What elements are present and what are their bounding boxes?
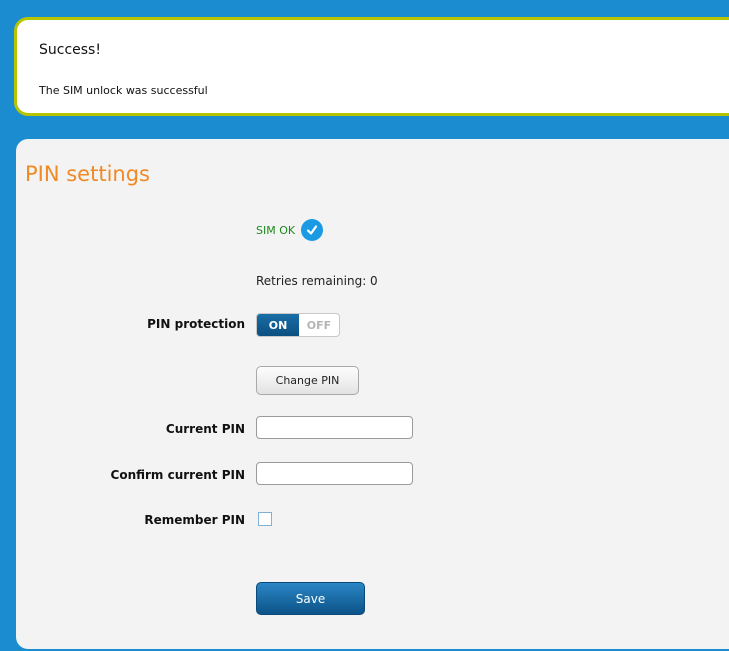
page-title: PIN settings [25,162,150,186]
check-circle-icon [301,219,324,241]
pin-protection-label: PIN protection [147,317,245,331]
confirm-pin-label: Confirm current PIN [110,468,245,482]
current-pin-label: Current PIN [165,422,245,436]
pin-settings-panel: PIN settings SIM OK Retries remaining: 0… [16,139,729,649]
save-button[interactable]: Save [256,582,365,615]
success-alert: Success! The SIM unlock was successful [14,17,729,116]
toggle-on-option[interactable]: ON [257,314,299,336]
pin-protection-toggle[interactable]: ON OFF [256,313,340,337]
toggle-off-option[interactable]: OFF [299,314,339,336]
alert-message: The SIM unlock was successful [39,84,208,97]
change-pin-button[interactable]: Change PIN [256,366,359,395]
sim-status: SIM OK [256,219,324,241]
retries-remaining: Retries remaining: 0 [256,274,378,288]
confirm-pin-input[interactable] [256,462,413,485]
remember-pin-checkbox[interactable] [258,512,272,526]
sim-status-text: SIM OK [256,223,296,237]
current-pin-input[interactable] [256,416,413,439]
alert-title: Success! [39,42,101,58]
remember-pin-label: Remember PIN [144,513,245,527]
